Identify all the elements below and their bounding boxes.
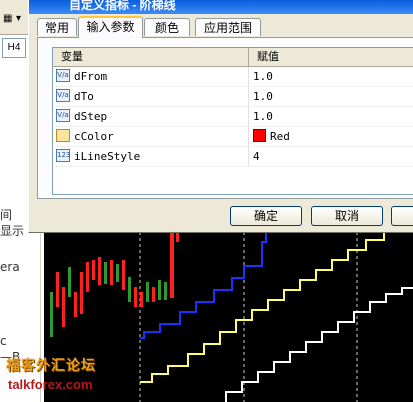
step-line-white — [225, 287, 413, 402]
inputs-tab-panel: 变量 赋值 V/a dFrom 1.0 V/a dTo 1.0 V/a dSte… — [37, 37, 413, 199]
side-text-fragment: era — [0, 260, 20, 274]
parameter-name: iLineStyle — [74, 150, 141, 163]
timeframe-h4-button[interactable]: H4 — [2, 38, 26, 58]
parameter-name: dTo — [74, 90, 94, 103]
double-variable-icon: V/a — [56, 109, 70, 122]
parameter-value[interactable]: 4 — [253, 147, 260, 166]
side-text-fragment: c — [0, 334, 7, 348]
grid-header: 变量 赋值 — [53, 48, 413, 67]
double-variable-icon: V/a — [56, 89, 70, 102]
parameter-row[interactable]: 123 iLineStyle 4 — [53, 147, 413, 167]
parameter-name: cColor — [74, 130, 114, 143]
watermark-chinese: 福客外汇论坛 — [6, 358, 96, 374]
dialog-titlebar[interactable]: 自定义指标 - 阶梯线 — [29, 0, 413, 14]
parameter-name: dFrom — [74, 70, 108, 83]
side-text-fragment: 显示 — [0, 224, 25, 238]
cancel-button[interactable]: 取消 — [311, 206, 383, 226]
parameter-row[interactable]: V/a dStep 1.0 — [53, 107, 413, 127]
tab-colors[interactable]: 颜色 — [144, 18, 190, 36]
parameter-row[interactable]: V/a dFrom 1.0 — [53, 67, 413, 87]
candlesticks — [50, 232, 179, 337]
toolbar-grid-icon[interactable]: ▦ — [3, 13, 12, 24]
column-header-variable[interactable]: 变量 — [53, 48, 249, 66]
parameter-value[interactable]: 1.0 — [253, 67, 273, 86]
side-text-fragment: 间 — [0, 208, 13, 222]
parameter-value[interactable]: 1.0 — [253, 107, 273, 126]
color-variable-icon — [56, 129, 70, 142]
parameter-value[interactable]: 1.0 — [253, 87, 273, 106]
double-variable-icon: V/a — [56, 69, 70, 82]
parameter-name: dStep — [74, 110, 108, 123]
dropdown-arrow-icon[interactable]: ▾ — [16, 13, 21, 24]
watermark-url: talkforex.com — [8, 377, 93, 392]
tab-visualization[interactable]: 应用范围 — [195, 18, 261, 36]
dialog-title: 自定义指标 - 阶梯线 — [69, 0, 176, 12]
ok-button[interactable]: 确定 — [230, 206, 302, 226]
tab-inputs[interactable]: 输入参数 — [78, 16, 143, 38]
tab-common[interactable]: 常用 — [37, 18, 77, 36]
color-value-label: Red — [270, 130, 290, 143]
parameters-grid: 变量 赋值 V/a dFrom 1.0 V/a dTo 1.0 V/a dSte… — [52, 47, 413, 195]
indicator-properties-dialog: 自定义指标 - 阶梯线 常用 输入参数 颜色 应用范围 变量 赋值 V/a dF… — [28, 0, 413, 233]
integer-variable-icon: 123 — [56, 149, 70, 162]
site-watermark: 福客外汇论坛 talkforex.com — [2, 355, 130, 399]
color-swatch — [253, 129, 266, 142]
parameter-row[interactable]: V/a dTo 1.0 — [53, 87, 413, 107]
parameter-value[interactable]: Red — [253, 127, 290, 146]
column-header-value[interactable]: 赋值 — [249, 48, 413, 66]
parameter-row[interactable]: cColor Red — [53, 127, 413, 147]
reset-button[interactable] — [391, 206, 413, 226]
